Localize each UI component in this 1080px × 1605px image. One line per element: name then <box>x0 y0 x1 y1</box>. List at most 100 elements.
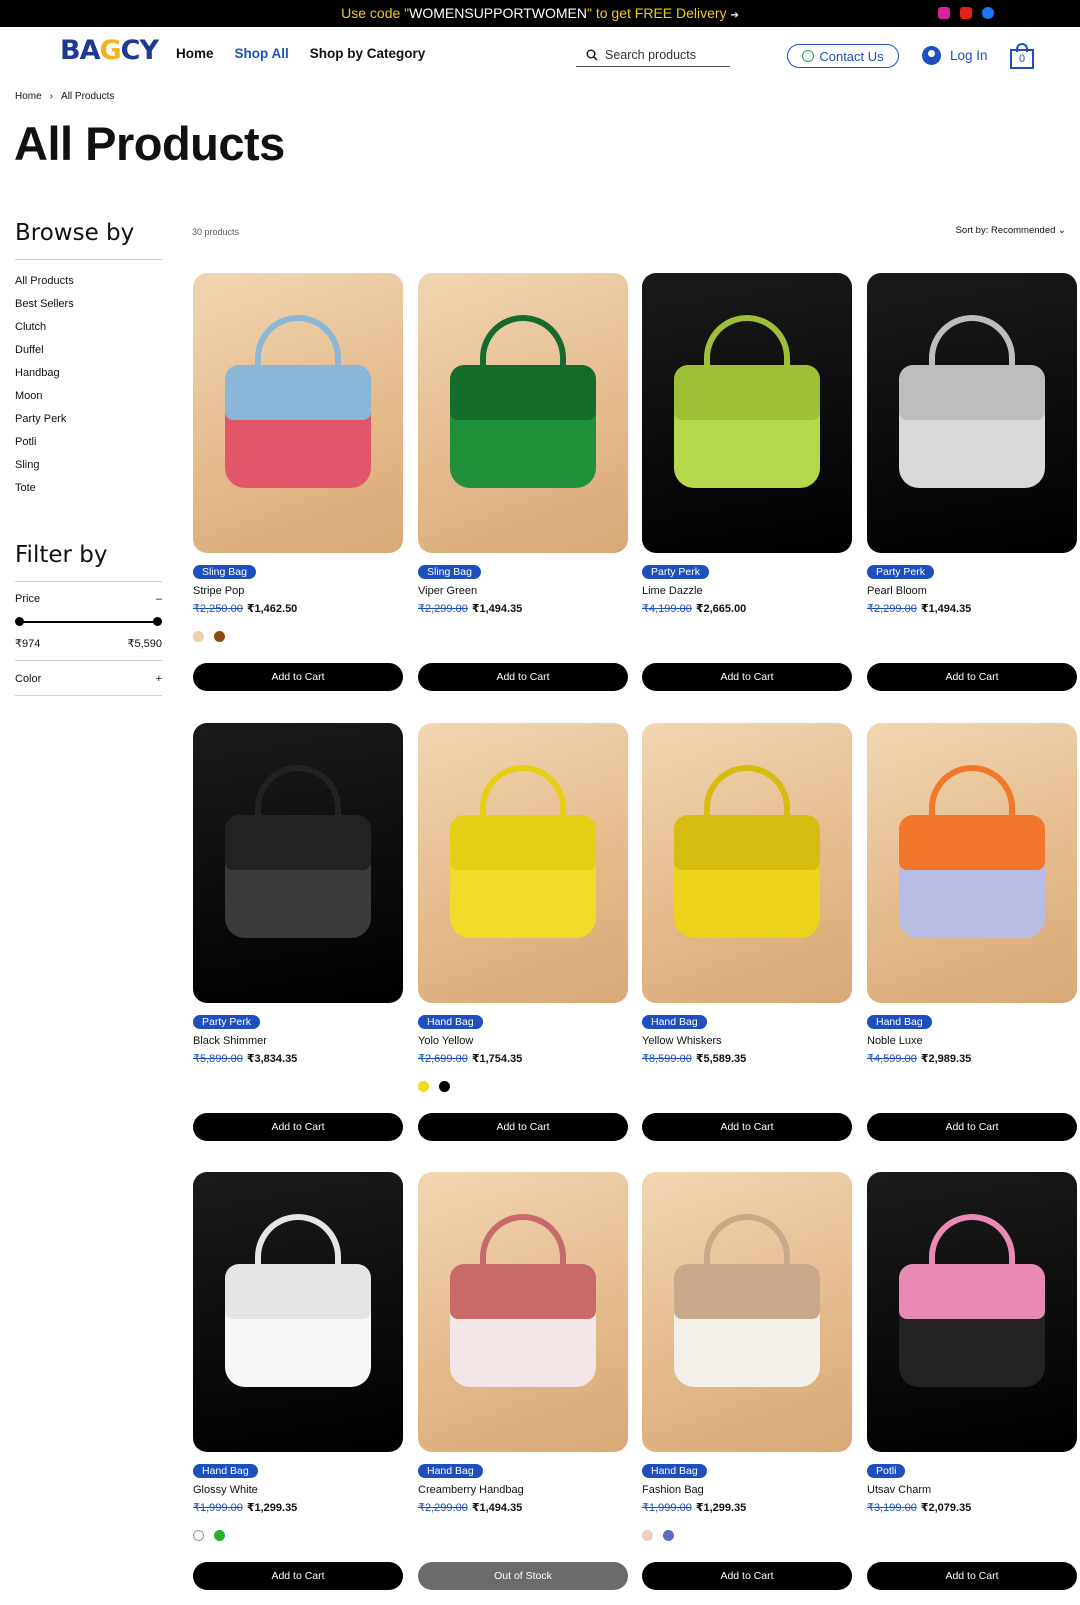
product-name[interactable]: Utsav Charm <box>867 1484 1077 1496</box>
add-to-cart-button[interactable]: Add to Cart <box>867 1562 1077 1590</box>
product-card[interactable]: Hand Bag Yellow Whiskers ₹8,599.00 ₹5,589.3… <box>642 723 852 1141</box>
announcement-message[interactable]: Use code "WOMENSUPPORTWOMEN" to get FREE… <box>0 5 1080 21</box>
category-badge: Hand Bag <box>867 1015 932 1029</box>
product-card[interactable]: Sling Bag Stripe Pop ₹2,250.00 ₹1,462.50 Add… <box>193 273 403 691</box>
color-swatch[interactable] <box>193 631 204 642</box>
category-best-sellers[interactable]: Best Sellers <box>15 293 162 316</box>
facebook-icon[interactable] <box>982 7 994 19</box>
product-name[interactable]: Pearl Bloom <box>867 585 1077 597</box>
product-card[interactable]: Party Perk Lime Dazzle ₹4,199.00 ₹2,665.00 A… <box>642 273 852 691</box>
category-potli[interactable]: Potli <box>15 431 162 454</box>
category-badge: Hand Bag <box>193 1464 258 1478</box>
product-image[interactable] <box>418 273 628 553</box>
category-sling[interactable]: Sling <box>15 454 162 477</box>
slider-max-handle[interactable] <box>153 617 162 626</box>
original-price: ₹3,199.00 <box>867 1502 917 1514</box>
color-swatch[interactable] <box>193 1530 204 1541</box>
add-to-cart-button[interactable]: Add to Cart <box>642 1113 852 1141</box>
category-moon[interactable]: Moon <box>15 385 162 408</box>
product-image[interactable] <box>193 1172 403 1452</box>
sort-dropdown[interactable]: Sort by: Recommended ⌄ <box>956 225 1066 236</box>
product-name[interactable]: Viper Green <box>418 585 628 597</box>
login-button[interactable]: Log In <box>922 46 988 65</box>
youtube-icon[interactable] <box>960 7 972 19</box>
product-card[interactable]: Hand Bag Noble Luxe ₹4,599.00 ₹2,989.35 Add … <box>867 723 1077 1141</box>
product-image[interactable] <box>193 723 403 1003</box>
chevron-right-icon: › <box>49 91 54 102</box>
product-image[interactable] <box>418 1172 628 1452</box>
product-image[interactable] <box>642 273 852 553</box>
add-to-cart-button[interactable]: Add to Cart <box>642 663 852 691</box>
original-price: ₹1,999.00 <box>193 1502 243 1514</box>
color-filter-header[interactable]: Color + <box>15 673 162 685</box>
color-swatches <box>418 1081 628 1092</box>
product-name[interactable]: Glossy White <box>193 1484 403 1496</box>
category-handbag[interactable]: Handbag <box>15 362 162 385</box>
slider-min-handle[interactable] <box>15 617 24 626</box>
add-to-cart-button[interactable]: Add to Cart <box>418 663 628 691</box>
product-prices: ₹2,250.00 ₹1,462.50 <box>193 602 403 615</box>
color-swatch[interactable] <box>663 1530 674 1541</box>
add-to-cart-button[interactable]: Add to Cart <box>193 663 403 691</box>
add-to-cart-button[interactable]: Add to Cart <box>193 1562 403 1590</box>
expand-plus-icon[interactable]: + <box>156 673 162 685</box>
product-name[interactable]: Yolo Yellow <box>418 1035 628 1047</box>
add-to-cart-button[interactable]: Add to Cart <box>418 1113 628 1141</box>
instagram-icon[interactable] <box>938 7 950 19</box>
color-swatch[interactable] <box>642 1530 653 1541</box>
product-name[interactable]: Stripe Pop <box>193 585 403 597</box>
product-name[interactable]: Black Shimmer <box>193 1035 403 1047</box>
product-image[interactable] <box>867 1172 1077 1452</box>
category-badge: Sling Bag <box>418 565 481 579</box>
color-swatch[interactable] <box>439 1081 450 1092</box>
bag-flap <box>674 1264 820 1319</box>
category-party-perk[interactable]: Party Perk <box>15 408 162 431</box>
search-input[interactable]: Search products <box>576 43 730 67</box>
product-card[interactable]: Potli Utsav Charm ₹3,199.00 ₹2,079.35 Add to… <box>867 1172 1077 1590</box>
color-swatch[interactable] <box>214 1530 225 1541</box>
add-to-cart-button[interactable]: Add to Cart <box>642 1562 852 1590</box>
nav-shop-by-category[interactable]: Shop by Category <box>310 46 426 61</box>
product-card[interactable]: Party Perk Black Shimmer ₹5,899.00 ₹3,834.3… <box>193 723 403 1141</box>
add-to-cart-button[interactable]: Add to Cart <box>867 1113 1077 1141</box>
product-image[interactable] <box>867 273 1077 553</box>
original-price: ₹4,199.00 <box>642 603 692 615</box>
sale-price: ₹1,494.35 <box>920 603 972 615</box>
category-duffel[interactable]: Duffel <box>15 339 162 362</box>
product-card[interactable]: Sling Bag Viper Green ₹2,299.00 ₹1,494.35 Ad… <box>418 273 628 691</box>
product-image[interactable] <box>867 723 1077 1003</box>
category-all-products[interactable]: All Products <box>15 270 162 293</box>
add-to-cart-button[interactable]: Add to Cart <box>193 1113 403 1141</box>
product-name[interactable]: Yellow Whiskers <box>642 1035 852 1047</box>
product-card[interactable]: Hand Bag Creamberry Handbag ₹2,299.00 ₹1,49… <box>418 1172 628 1590</box>
color-swatch[interactable] <box>214 631 225 642</box>
collapse-minus-icon[interactable]: – <box>156 593 162 605</box>
product-name[interactable]: Noble Luxe <box>867 1035 1077 1047</box>
sale-price: ₹1,462.50 <box>246 603 298 615</box>
category-clutch[interactable]: Clutch <box>15 316 162 339</box>
color-swatch[interactable] <box>418 1081 429 1092</box>
product-image[interactable] <box>642 723 852 1003</box>
product-name[interactable]: Fashion Bag <box>642 1484 852 1496</box>
color-swatches <box>867 631 1077 642</box>
cart-button[interactable]: 0 <box>1010 43 1034 69</box>
product-card[interactable]: Hand Bag Yolo Yellow ₹2,699.00 ₹1,754.35 Add… <box>418 723 628 1141</box>
product-card[interactable]: Hand Bag Glossy White ₹1,999.00 ₹1,299.35 Ad… <box>193 1172 403 1590</box>
price-filter-header[interactable]: Price – <box>15 593 162 605</box>
product-name[interactable]: Lime Dazzle <box>642 585 852 597</box>
breadcrumb-home[interactable]: Home <box>15 91 42 102</box>
sale-price: ₹1,494.35 <box>471 1502 523 1514</box>
nav-home[interactable]: Home <box>176 46 214 61</box>
product-image[interactable] <box>193 273 403 553</box>
nav-shop-all[interactable]: Shop All <box>235 46 289 61</box>
price-slider[interactable] <box>15 617 162 627</box>
product-image[interactable] <box>642 1172 852 1452</box>
site-logo[interactable]: BAGCY <box>60 35 159 66</box>
add-to-cart-button[interactable]: Add to Cart <box>867 663 1077 691</box>
category-tote[interactable]: Tote <box>15 477 162 500</box>
product-image[interactable] <box>418 723 628 1003</box>
product-card[interactable]: Party Perk Pearl Bloom ₹2,299.00 ₹1,494.35 A… <box>867 273 1077 691</box>
contact-us-button[interactable]: Contact Us <box>787 44 899 68</box>
product-card[interactable]: Hand Bag Fashion Bag ₹1,999.00 ₹1,299.35 Add… <box>642 1172 852 1590</box>
product-name[interactable]: Creamberry Handbag <box>418 1484 628 1496</box>
